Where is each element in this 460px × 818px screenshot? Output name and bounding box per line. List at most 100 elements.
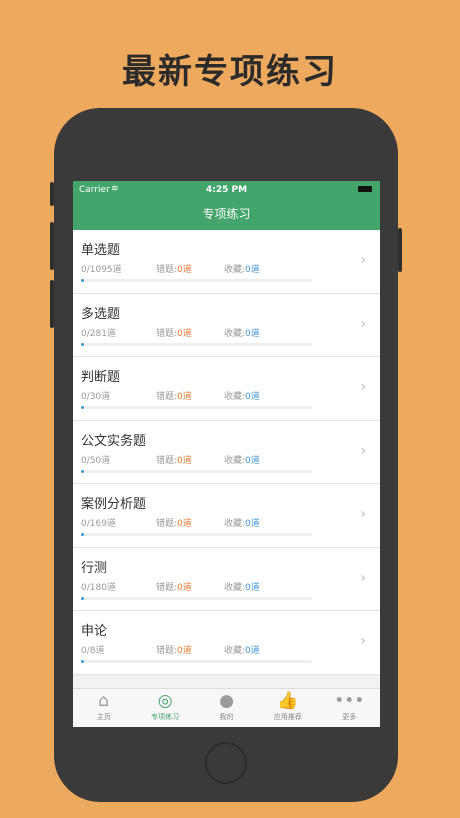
item-progress-count: 0/281道 — [81, 328, 116, 339]
target-icon: ◎ — [157, 691, 173, 711]
item-wrong-count: 错题:0道 — [156, 262, 192, 275]
tab-2[interactable]: ● 我的 — [196, 689, 257, 727]
fav-value: 0道 — [245, 519, 260, 529]
item-fav-count: 收藏:0道 — [224, 580, 260, 593]
chevron-right-icon: › — [360, 252, 366, 268]
progress-fill — [81, 406, 84, 409]
wrong-value: 0道 — [177, 646, 192, 656]
wrong-value: 0道 — [177, 519, 192, 529]
status-time: 4:25 PM — [205, 185, 248, 195]
tab-0[interactable]: ⌂ 主页 — [73, 689, 134, 727]
list-item[interactable]: 申论 0/8道 错题:0道 收藏:0道 › — [73, 611, 380, 675]
item-progress-count: 0/180道 — [81, 582, 116, 593]
nav-title: 专项练习 — [202, 207, 251, 221]
list-item[interactable]: 案例分析题 0/169道 错题:0道 收藏:0道 › — [73, 484, 380, 548]
tab-4[interactable]: ••• 更多 — [319, 689, 380, 727]
tab-label: 专项练习 — [151, 713, 180, 721]
tab-label: 应用推荐 — [273, 713, 302, 721]
phone-mute-switch — [50, 182, 54, 206]
app-screen: Carrier ≋ 4:25 PM 专项练习 单选题 0/1095道 错题:0道… — [73, 181, 380, 727]
promo-title: 最新专项练习 — [122, 52, 338, 92]
item-wrong-count: 错题:0道 — [156, 326, 192, 339]
list-item[interactable]: 多选题 0/281道 错题:0道 收藏:0道 › — [73, 294, 380, 357]
wrong-label: 错题: — [156, 328, 178, 339]
chevron-right-icon: › — [360, 506, 366, 522]
item-progress-count: 0/169道 — [81, 519, 116, 529]
practice-list: 单选题 0/1095道 错题:0道 收藏:0道 › 多选题 0/281道 错题:… — [73, 230, 380, 675]
wrong-value: 0道 — [177, 455, 192, 466]
list-item[interactable]: 公文实务题 0/50道 错题:0道 收藏:0道 › — [73, 421, 380, 484]
wrong-value: 0道 — [177, 582, 192, 593]
item-fav-count: 收藏:0道 — [224, 643, 260, 656]
item-wrong-count: 错题:0道 — [156, 516, 192, 529]
progress-bar — [81, 596, 312, 600]
wrong-label: 错题: — [156, 519, 178, 529]
item-fav-count: 收藏:0道 — [224, 262, 260, 275]
fav-value: 0道 — [245, 328, 260, 339]
progress-bar — [81, 660, 312, 663]
tab-label: 主页 — [96, 713, 111, 721]
fav-value: 0道 — [245, 646, 260, 656]
progress-bar — [81, 342, 312, 346]
fav-label: 收藏: — [224, 519, 246, 529]
top-bar: Carrier ≋ 4:25 PM 专项练习 — [73, 181, 380, 230]
item-fav-count: 收藏:0道 — [224, 516, 260, 529]
wrong-label: 错题: — [156, 646, 178, 656]
list-item[interactable]: 行测 0/180道 错题:0道 收藏:0道 › — [73, 548, 380, 611]
item-wrong-count: 错题:0道 — [156, 453, 192, 466]
progress-bar — [81, 406, 312, 409]
item-fav-count: 收藏:0道 — [224, 453, 260, 466]
fav-label: 收藏: — [224, 455, 246, 466]
fav-value: 0道 — [245, 392, 260, 402]
progress-bar — [81, 533, 312, 536]
tab-3[interactable]: 👍 应用推荐 — [257, 689, 318, 727]
chevron-right-icon: › — [360, 633, 366, 649]
chevron-right-icon: › — [360, 379, 366, 395]
item-title: 行测 — [81, 560, 108, 576]
thumbs-up-icon: 👍 — [277, 691, 299, 711]
fav-label: 收藏: — [224, 646, 246, 656]
fav-label: 收藏: — [224, 265, 246, 275]
wrong-value: 0道 — [177, 392, 192, 402]
tab-label: 更多 — [342, 713, 357, 721]
item-progress-count: 0/30道 — [81, 392, 111, 402]
item-wrong-count: 错题:0道 — [156, 643, 192, 656]
wrong-label: 错题: — [156, 392, 178, 402]
item-fav-count: 收藏:0道 — [224, 389, 260, 402]
progress-fill — [81, 533, 84, 536]
status-bar: Carrier ≋ 4:25 PM — [73, 181, 380, 199]
progress-fill — [81, 660, 84, 663]
item-title: 多选题 — [81, 306, 121, 322]
wrong-label: 错题: — [156, 582, 178, 593]
item-title: 公文实务题 — [81, 433, 147, 449]
phone-volume-down — [50, 280, 54, 328]
wrong-label: 错题: — [156, 265, 178, 275]
list-item[interactable]: 单选题 0/1095道 错题:0道 收藏:0道 › — [73, 230, 380, 294]
fav-label: 收藏: — [224, 328, 246, 339]
wrong-value: 0道 — [177, 265, 192, 275]
item-title: 判断题 — [81, 370, 121, 385]
item-title: 申论 — [81, 624, 108, 639]
item-progress-count: 0/8道 — [81, 646, 105, 656]
item-progress-count: 0/1095道 — [81, 265, 122, 275]
tab-label: 我的 — [219, 713, 234, 721]
home-button[interactable] — [205, 742, 247, 784]
progress-fill — [81, 279, 84, 282]
tab-1[interactable]: ◎ 专项练习 — [134, 689, 195, 727]
item-wrong-count: 错题:0道 — [156, 389, 192, 402]
chevron-right-icon: › — [360, 442, 366, 459]
progress-fill — [81, 596, 84, 600]
fav-value: 0道 — [245, 265, 260, 275]
phone-power-button — [398, 228, 402, 272]
tab-bar: ⌂ 主页 ◎ 专项练习 ● 我的 👍 应用推荐 ••• 更多 — [73, 688, 380, 727]
chevron-right-icon: › — [360, 315, 366, 332]
wrong-label: 错题: — [156, 455, 178, 466]
fav-value: 0道 — [245, 582, 260, 593]
wrong-value: 0道 — [177, 328, 192, 339]
progress-fill — [81, 342, 84, 346]
progress-bar — [81, 279, 312, 282]
list-item[interactable]: 判断题 0/30道 错题:0道 收藏:0道 › — [73, 357, 380, 421]
item-progress-count: 0/50道 — [81, 455, 111, 466]
home-icon: ⌂ — [98, 691, 110, 711]
fav-value: 0道 — [245, 455, 260, 466]
